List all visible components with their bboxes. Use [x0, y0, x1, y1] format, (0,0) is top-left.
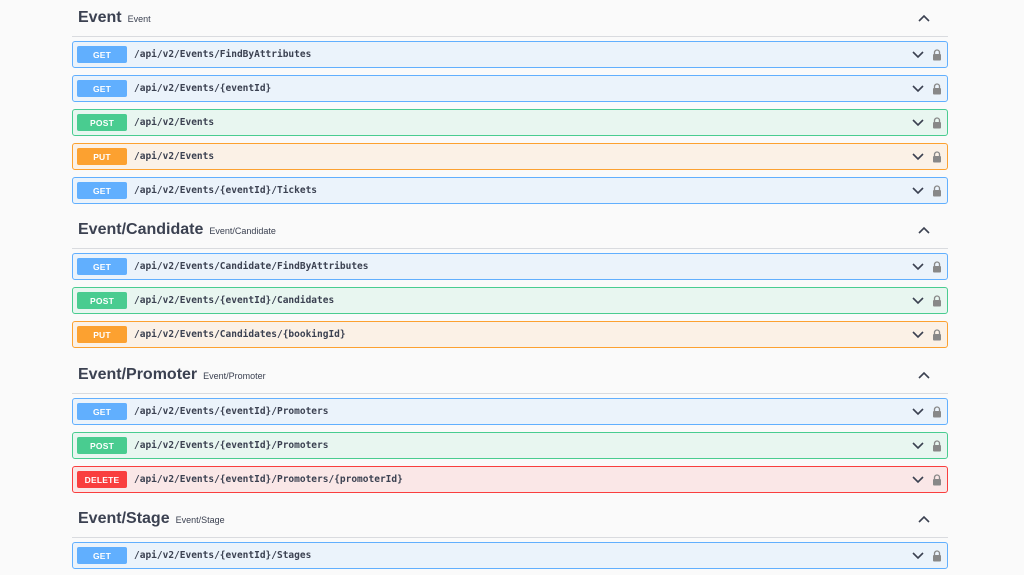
chevron-down-icon[interactable]	[911, 184, 925, 198]
operation-row[interactable]: DELETE /api/v2/Events/{eventId}/Promoter…	[72, 466, 948, 493]
chevron-down-icon[interactable]	[911, 473, 925, 487]
chevron-down-icon[interactable]	[911, 405, 925, 419]
method-badge: GET	[77, 46, 127, 63]
chevron-down-icon[interactable]	[911, 294, 925, 308]
lock-icon[interactable]	[931, 116, 943, 130]
method-badge: GET	[77, 182, 127, 199]
operation-path: /api/v2/Events/{eventId}/Tickets	[134, 185, 318, 196]
tag-section-event-stage: Event/Stage Event/Stage	[72, 501, 948, 538]
operation-row[interactable]: POST /api/v2/Events	[72, 109, 948, 136]
tag-header-event-stage[interactable]: Event/Stage Event/Stage	[72, 501, 948, 538]
operation-path: /api/v2/Events/{eventId}/Promoters	[134, 406, 329, 417]
method-badge: POST	[77, 114, 127, 131]
operation-row[interactable]: GET /api/v2/Events/Candidate/FindByAttri…	[72, 253, 948, 280]
lock-icon[interactable]	[931, 439, 943, 453]
method-badge: GET	[77, 258, 127, 275]
lock-icon[interactable]	[931, 260, 943, 274]
chevron-up-icon[interactable]	[914, 220, 934, 240]
tag-description: Event/Promoter	[203, 371, 266, 381]
chevron-down-icon[interactable]	[911, 116, 925, 130]
operation-row[interactable]: POST /api/v2/Events/{eventId}/Candidates	[72, 287, 948, 314]
operation-row[interactable]: GET /api/v2/Events/{eventId}	[72, 75, 948, 102]
tag-description: Event/Candidate	[209, 226, 276, 236]
method-badge: POST	[77, 292, 127, 309]
tag-description: Event/Stage	[175, 515, 225, 525]
tag-title: Event	[78, 9, 122, 26]
chevron-down-icon[interactable]	[911, 48, 925, 62]
operation-path: /api/v2/Events/Candidate/FindByAttribute…	[134, 261, 369, 272]
chevron-down-icon[interactable]	[911, 439, 925, 453]
chevron-up-icon[interactable]	[914, 365, 934, 385]
operation-row[interactable]: PUT /api/v2/Events	[72, 143, 948, 170]
tag-section-event-candidate: Event/Candidate Event/Candidate	[72, 212, 948, 249]
swagger-operations-page: Event Event GET /api/v2/Events/FindByAtt…	[0, 0, 1024, 575]
operation-path: /api/v2/Events	[134, 117, 215, 128]
tag-title: Event/Candidate	[78, 221, 204, 238]
tag-section-event: Event Event	[72, 0, 948, 37]
lock-icon[interactable]	[931, 294, 943, 308]
method-badge: POST	[77, 437, 127, 454]
lock-icon[interactable]	[931, 48, 943, 62]
operation-path: /api/v2/Events/{eventId}/Promoters	[134, 440, 329, 451]
lock-icon[interactable]	[931, 184, 943, 198]
method-badge: PUT	[77, 148, 127, 165]
operation-path: /api/v2/Events/Candidates/{bookingId}	[134, 329, 346, 340]
operation-row[interactable]: GET /api/v2/Events/{eventId}/Tickets	[72, 177, 948, 204]
tag-title: Event/Stage	[78, 510, 170, 527]
lock-icon[interactable]	[931, 328, 943, 342]
method-badge: GET	[77, 80, 127, 97]
method-badge: PUT	[77, 326, 127, 343]
lock-icon[interactable]	[931, 82, 943, 96]
tag-header-event[interactable]: Event Event	[72, 0, 948, 37]
operation-row[interactable]: PUT /api/v2/Events/Candidates/{bookingId…	[72, 321, 948, 348]
method-badge: GET	[77, 403, 127, 420]
operation-row[interactable]: POST /api/v2/Events/{eventId}/Promoters	[72, 432, 948, 459]
tag-header-event-promoter[interactable]: Event/Promoter Event/Promoter	[72, 357, 948, 394]
chevron-up-icon[interactable]	[914, 509, 934, 529]
chevron-down-icon[interactable]	[911, 549, 925, 563]
lock-icon[interactable]	[931, 473, 943, 487]
chevron-down-icon[interactable]	[911, 260, 925, 274]
lock-icon[interactable]	[931, 405, 943, 419]
operation-row[interactable]: GET /api/v2/Events/{eventId}/Stages	[72, 542, 948, 569]
operation-row[interactable]: GET /api/v2/Events/FindByAttributes	[72, 41, 948, 68]
chevron-down-icon[interactable]	[911, 328, 925, 342]
method-badge: DELETE	[77, 471, 127, 488]
operation-path: /api/v2/Events/{eventId}/Candidates	[134, 295, 335, 306]
method-badge: GET	[77, 547, 127, 564]
chevron-down-icon[interactable]	[911, 82, 925, 96]
operation-path: /api/v2/Events	[134, 151, 215, 162]
lock-icon[interactable]	[931, 549, 943, 563]
operation-path: /api/v2/Events/{eventId}/Promoters/{prom…	[134, 474, 403, 485]
chevron-up-icon[interactable]	[914, 8, 934, 28]
lock-icon[interactable]	[931, 150, 943, 164]
tag-description: Event	[127, 14, 151, 24]
chevron-down-icon[interactable]	[911, 150, 925, 164]
operation-path: /api/v2/Events/FindByAttributes	[134, 49, 312, 60]
tag-section-event-promoter: Event/Promoter Event/Promoter	[72, 357, 948, 394]
operation-row[interactable]: GET /api/v2/Events/{eventId}/Promoters	[72, 398, 948, 425]
operation-path: /api/v2/Events/{eventId}/Stages	[134, 550, 312, 561]
tag-title: Event/Promoter	[78, 366, 198, 383]
operation-path: /api/v2/Events/{eventId}	[134, 83, 272, 94]
tag-header-event-candidate[interactable]: Event/Candidate Event/Candidate	[72, 212, 948, 249]
